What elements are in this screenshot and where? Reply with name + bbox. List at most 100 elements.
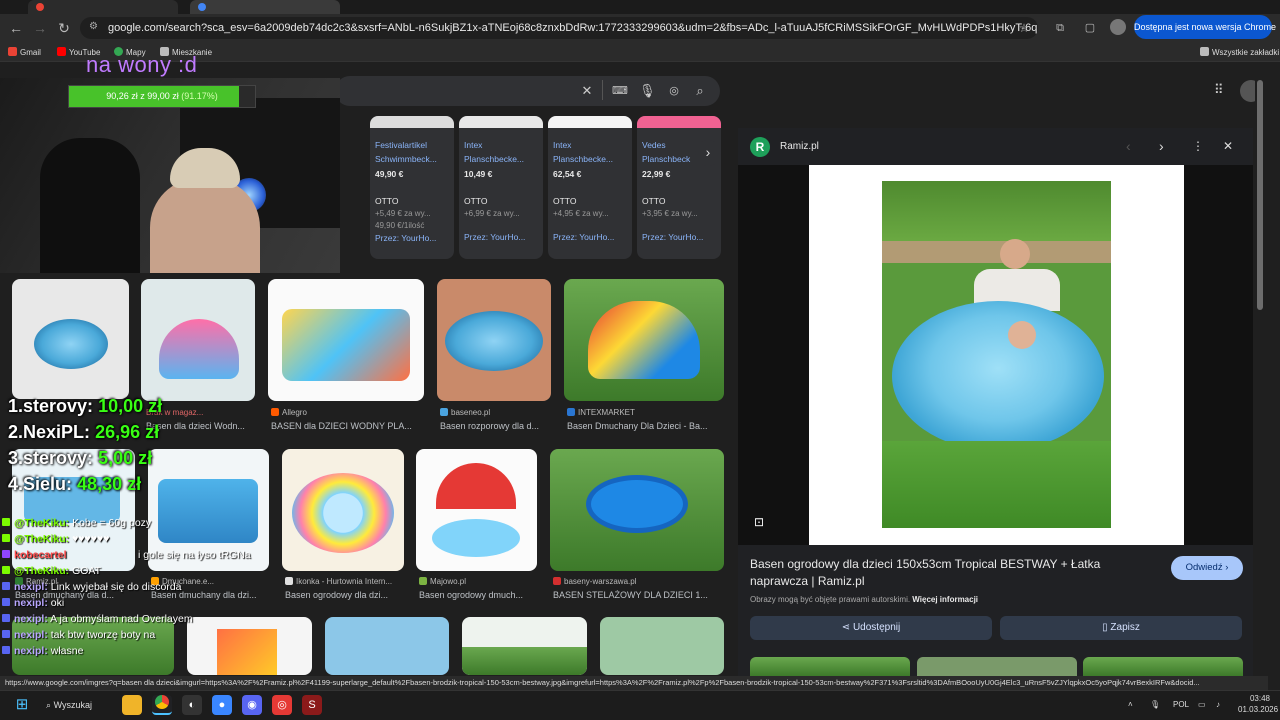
product-card[interactable]: Intex Planschbecke... 62,54 € OTTO +4,95… <box>548 116 632 259</box>
update-chrome-button[interactable]: Dostępna jest nowa wersja Chrome <box>1134 15 1276 39</box>
tab-search-icon[interactable]: ▢ <box>1080 18 1100 38</box>
image-result-thumb[interactable] <box>12 279 129 399</box>
copyright-note: Obrazy mogą być objęte prawami autorskim… <box>750 595 979 604</box>
inflatable-pool-graphic <box>892 301 1104 451</box>
clear-search-icon[interactable]: ✕ <box>579 83 595 99</box>
products-next-chevron-icon[interactable]: › <box>695 140 721 166</box>
share-button[interactable]: ⋖ Udostępnij <box>750 616 992 640</box>
chair-graphic <box>40 138 140 273</box>
more-info-link[interactable]: Więcej informacji <box>912 595 978 604</box>
pool-graphic <box>282 309 410 381</box>
chat-message: nexipl: oki <box>2 597 64 609</box>
bookmark-gmail[interactable]: Gmail <box>8 46 41 60</box>
obs-icon[interactable]: ◐ <box>182 695 202 715</box>
leaderboard-entry: 2.NexiPL: 26,96 zł <box>8 422 160 442</box>
chat-message: nexipl: własne <box>2 645 83 657</box>
bookmark-star-icon[interactable]: ☆ <box>1014 18 1034 38</box>
browser-tab-active[interactable] <box>190 0 340 14</box>
back-arrow-icon[interactable]: ← <box>6 18 26 38</box>
microphone-icon[interactable]: 🎙 <box>639 83 656 99</box>
search-icon[interactable]: ⌕ <box>692 83 708 99</box>
tray-chevron-up-icon[interactable]: ˄ <box>1128 697 1133 713</box>
clock[interactable]: 03:48 01.03.2026 <box>1238 693 1278 715</box>
profile-avatar[interactable] <box>1110 19 1126 35</box>
microphone-icon[interactable]: 🎙 <box>1150 697 1160 713</box>
pool-graphic <box>217 629 277 675</box>
person-graphic <box>150 178 260 273</box>
search-input[interactable] <box>335 76 720 106</box>
visit-button[interactable]: Odwiedź › <box>1171 556 1243 580</box>
result-title[interactable]: Basen ogrodowy dla dzi... <box>285 590 405 600</box>
keyboard-icon[interactable]: ⌨ <box>612 83 628 99</box>
chat-message: nexipl: A ja obmyślam nad Overlayem <box>2 613 193 625</box>
forward-arrow-icon[interactable]: → <box>30 18 50 38</box>
result-title[interactable]: Basen dla dzieci Wodn... <box>146 421 256 431</box>
app-icon[interactable]: ● <box>212 695 232 715</box>
chat-badge-icon <box>2 534 10 542</box>
reload-icon[interactable]: ↻ <box>54 18 74 38</box>
keyboard-language[interactable]: POL <box>1173 697 1189 713</box>
result-source: Allegro <box>271 408 421 417</box>
image-result-thumb[interactable] <box>268 279 424 401</box>
save-button[interactable]: ▯ Zapisz <box>1000 616 1242 640</box>
product-card[interactable]: Vedes Planschbeck 22,99 € OTTO +3,95 € z… <box>637 116 721 259</box>
related-image-thumb[interactable] <box>1083 657 1243 676</box>
result-title[interactable]: Basen Dmuchany Dla Dzieci - Ba... <box>567 421 723 431</box>
result-title[interactable]: Basen ogrodowy dmuch... <box>419 590 539 600</box>
lens-icon[interactable]: ◎ <box>666 83 682 99</box>
chat-message: @TheKiku: ♥♥♥♥♥♥ <box>2 533 109 545</box>
address-bar[interactable]: google.com/search?sca_esv=6a2009deb74dc2… <box>80 17 1038 39</box>
panel-prev-chevron-icon[interactable]: ‹ <box>1126 138 1131 154</box>
image-result-thumb[interactable] <box>187 617 312 675</box>
panel-more-icon[interactable]: ⋮ <box>1192 139 1204 153</box>
chrome-icon[interactable] <box>152 695 172 715</box>
panel-next-chevron-icon[interactable]: › <box>1159 138 1164 154</box>
browser-tab[interactable] <box>28 0 178 14</box>
chat-badge-icon <box>2 614 10 622</box>
apps-grid-icon[interactable]: ⠿ <box>1214 83 1228 97</box>
extensions-icon[interactable]: ⧉ <box>1050 18 1070 38</box>
discord-icon[interactable]: ◉ <box>242 695 262 715</box>
network-icon[interactable]: ▭ <box>1198 697 1206 713</box>
file-explorer-icon[interactable] <box>122 695 142 715</box>
image-result-thumb[interactable] <box>437 279 551 401</box>
panel-site-name[interactable]: Ramiz.pl <box>780 141 819 152</box>
canopy-graphic <box>436 463 516 509</box>
result-title[interactable]: Basen rozporowy dla d... <box>440 421 550 431</box>
related-image-thumb[interactable] <box>750 657 910 676</box>
taskbar-search[interactable]: ⌕ Wyszukaj <box>46 695 110 715</box>
volume-icon[interactable]: ♪ <box>1216 697 1220 713</box>
all-bookmarks[interactable]: Wszystkie zakładki <box>1200 46 1279 60</box>
image-result-thumb[interactable] <box>325 617 449 675</box>
youtube-icon <box>57 47 66 56</box>
image-result-thumb[interactable] <box>462 617 587 675</box>
stone-wall-graphic <box>882 241 1111 263</box>
image-result-thumb[interactable] <box>564 279 724 401</box>
image-result-thumb[interactable] <box>282 449 404 571</box>
related-image-thumb[interactable] <box>917 657 1077 676</box>
result-badge: Brak w magaz... <box>146 408 204 417</box>
leaderboard-entry: 3.sterovy: 5,00 zł <box>8 448 153 468</box>
result-source: INTEXMARKET <box>567 408 723 417</box>
image-result-thumb[interactable] <box>550 449 724 571</box>
app-icon[interactable]: ◎ <box>272 695 292 715</box>
leaderboard-entry: 1.sterovy: 10,00 zł <box>8 396 163 416</box>
chat-message: i gole się na łyso tRGNa <box>138 549 251 561</box>
image-result-thumb[interactable] <box>141 279 255 401</box>
scrollbar-thumb[interactable] <box>1257 80 1263 310</box>
image-result-thumb[interactable] <box>600 617 724 675</box>
site-info-icon[interactable]: ⚙ <box>89 21 101 33</box>
panel-title[interactable]: Basen ogrodowy dla dzieci 150x53cm Tropi… <box>750 556 1155 590</box>
panel-close-icon[interactable]: ✕ <box>1223 139 1233 153</box>
windows-start-icon[interactable]: ⊞ <box>12 695 32 715</box>
lens-search-icon[interactable]: ⊡ <box>754 515 764 529</box>
app-icon[interactable]: S <box>302 695 322 715</box>
product-card[interactable]: Festivalartikel Schwimmbeck... 49,90 € O… <box>370 116 454 259</box>
result-title[interactable]: BASEN dla DZIECI WODNY PLA... <box>271 421 421 431</box>
image-result-thumb[interactable] <box>416 449 537 571</box>
result-title[interactable]: BASEN STELAŻOWY DLA DZIECI 1... <box>553 590 723 600</box>
product-card[interactable]: Intex Planschbecke... 10,49 € OTTO +6,99… <box>459 116 543 259</box>
pool-graphic <box>158 479 258 543</box>
gmail-icon <box>8 47 17 56</box>
divider <box>602 80 603 100</box>
